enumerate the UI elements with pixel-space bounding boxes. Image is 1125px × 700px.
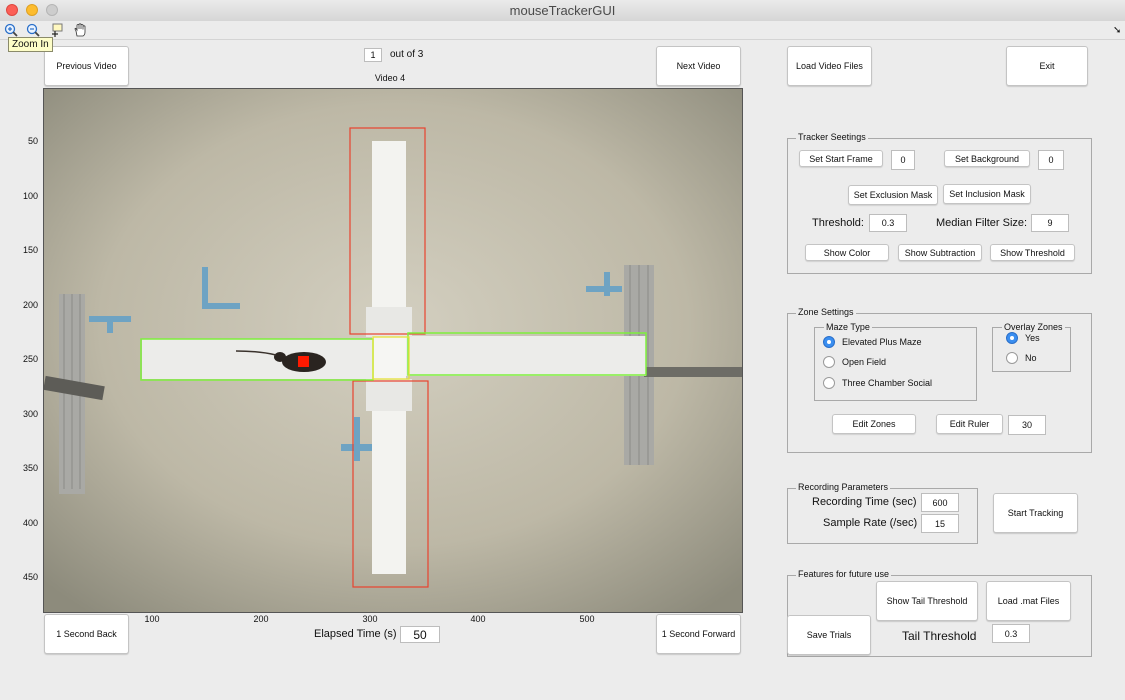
y-tick-label: 400 — [22, 518, 38, 528]
video-frame-axes[interactable] — [43, 88, 743, 613]
tail-threshold-label: Tail Threshold — [902, 629, 977, 643]
x-tick-label: 400 — [470, 614, 486, 624]
set-exclusion-mask-button[interactable]: Set Exclusion Mask — [848, 185, 938, 205]
zoom-in-tooltip: Zoom In — [8, 37, 53, 52]
overlay-radio-no[interactable] — [1006, 352, 1018, 364]
maze-type-title: Maze Type — [824, 322, 872, 332]
tracker-settings-title: Tracker Seetings — [796, 132, 868, 142]
overlay-option-label: Yes — [1025, 333, 1040, 343]
overlay-zones-title: Overlay Zones — [1002, 322, 1065, 332]
set-inclusion-mask-button[interactable]: Set Inclusion Mask — [943, 184, 1031, 204]
threshold-field[interactable]: 0.3 — [869, 214, 907, 232]
maze-radio-elevated-plus[interactable] — [823, 336, 835, 348]
show-subtraction-button[interactable]: Show Subtraction — [898, 244, 982, 261]
median-filter-field[interactable]: 9 — [1031, 214, 1069, 232]
ruler-field[interactable]: 30 — [1008, 415, 1046, 435]
edit-zones-button[interactable]: Edit Zones — [832, 414, 916, 434]
maze-option-label: Open Field — [842, 357, 887, 367]
recording-time-label: Recording Time (sec) — [812, 496, 917, 508]
median-filter-label: Median Filter Size: — [936, 217, 1028, 229]
sample-rate-field[interactable]: 15 — [921, 514, 959, 533]
video-title: Video 4 — [374, 73, 406, 83]
maze-radio-open-field[interactable] — [823, 356, 835, 368]
previous-video-button[interactable]: Previous Video — [44, 46, 129, 86]
recording-parameters-title: Recording Parameters — [796, 482, 891, 492]
set-background-button[interactable]: Set Background — [944, 150, 1030, 167]
y-tick-label: 250 — [22, 354, 38, 364]
data-cursor-icon[interactable] — [49, 22, 65, 38]
zoom-out-icon[interactable] — [25, 22, 41, 38]
save-trials-button[interactable]: Save Trials — [787, 615, 871, 655]
y-tick-label: 300 — [22, 409, 38, 419]
x-tick-label: 200 — [253, 614, 269, 624]
video-frame-image — [44, 89, 742, 612]
overlay-radio-yes[interactable] — [1006, 332, 1018, 344]
edit-ruler-button[interactable]: Edit Ruler — [936, 414, 1003, 434]
exit-button[interactable]: Exit — [1006, 46, 1088, 86]
maze-option-label: Elevated Plus Maze — [842, 337, 922, 347]
one-second-back-button[interactable]: 1 Second Back — [44, 614, 129, 654]
show-threshold-button[interactable]: Show Threshold — [990, 244, 1075, 261]
recording-time-field[interactable]: 600 — [921, 493, 959, 512]
x-tick-label: 300 — [362, 614, 378, 624]
y-tick-label: 100 — [22, 191, 38, 201]
background-field[interactable]: 0 — [1038, 150, 1064, 170]
video-index-field[interactable]: 1 — [364, 48, 382, 62]
start-tracking-button[interactable]: Start Tracking — [993, 493, 1078, 533]
figure-toolbar — [0, 21, 1125, 40]
video-count-text: out of 3 — [390, 49, 424, 60]
sample-rate-label: Sample Rate (/sec) — [823, 517, 918, 529]
y-tick-label: 450 — [22, 572, 38, 582]
next-video-button[interactable]: Next Video — [656, 46, 741, 86]
window-title: mouseTrackerGUI — [509, 3, 616, 18]
elapsed-time-field[interactable]: 50 — [400, 626, 440, 643]
future-features-title: Features for future use — [796, 569, 892, 579]
threshold-label: Threshold: — [812, 217, 864, 229]
x-tick-label: 100 — [144, 614, 160, 624]
start-frame-field[interactable]: 0 — [891, 150, 915, 170]
load-video-files-button[interactable]: Load Video Files — [787, 46, 872, 86]
set-start-frame-button[interactable]: Set Start Frame — [799, 150, 883, 167]
show-tail-threshold-button[interactable]: Show Tail Threshold — [876, 581, 978, 621]
y-axis: 50 100 150 200 250 300 350 400 450 — [8, 88, 38, 613]
toolbar-dock-arrow-icon[interactable]: ➘ — [1113, 25, 1121, 36]
y-tick-label: 350 — [22, 463, 38, 473]
y-tick-label: 200 — [22, 300, 38, 310]
zone-settings-title: Zone Settings — [796, 307, 856, 317]
zoom-in-icon[interactable] — [3, 22, 19, 38]
overlay-option-label: No — [1025, 353, 1037, 363]
one-second-forward-button[interactable]: 1 Second Forward — [656, 614, 741, 654]
maze-radio-three-chamber[interactable] — [823, 377, 835, 389]
y-tick-label: 50 — [27, 136, 38, 146]
mouse-position-marker — [298, 356, 309, 367]
load-mat-files-button[interactable]: Load .mat Files — [986, 581, 1071, 621]
maze-option-label: Three Chamber Social — [842, 378, 933, 388]
show-color-button[interactable]: Show Color — [805, 244, 889, 261]
x-tick-label: 500 — [579, 614, 595, 624]
y-tick-label: 150 — [22, 245, 38, 255]
pan-hand-icon[interactable] — [72, 22, 88, 38]
elapsed-time-label: Elapsed Time (s) — [314, 628, 397, 640]
tail-threshold-field[interactable]: 0.3 — [992, 624, 1030, 643]
